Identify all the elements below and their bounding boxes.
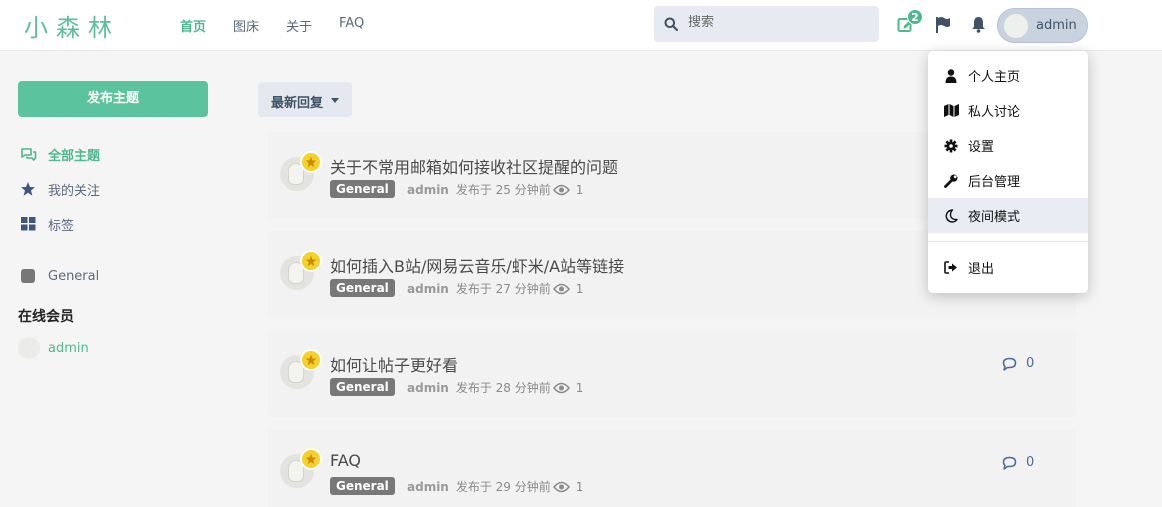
view-count: 1 <box>575 281 584 296</box>
flag-icon[interactable] <box>935 16 951 33</box>
post-time: 发布于 29 分钟前 <box>455 480 551 494</box>
discussion-item[interactable]: 如何让帖子更好看 General admin 发布于 28 分钟前 1 0 <box>268 330 1076 417</box>
comment-icon <box>1002 456 1017 470</box>
user-dropdown-menu: 个人主页 私人讨论 设置 后台管理 夜间模式 退出 <box>928 51 1088 293</box>
menu-item-night-mode[interactable]: 夜间模式 <box>928 198 1088 233</box>
nav-about[interactable]: 关于 <box>286 16 312 35</box>
post-time: 发布于 27 分钟前 <box>455 282 551 296</box>
menu-item-label: 私人讨论 <box>968 105 1021 120</box>
sidebar-item-all-topics[interactable]: 全部主题 <box>18 144 100 164</box>
menu-item-logout[interactable]: 退出 <box>928 250 1088 285</box>
tag-badge[interactable]: General <box>330 180 395 198</box>
reply-count-value: 0 <box>1026 455 1035 470</box>
main-nav: 首页 图床 关于 FAQ <box>180 16 364 35</box>
menu-item-label: 退出 <box>968 262 995 277</box>
author-name[interactable]: admin <box>407 183 449 197</box>
sort-label: 最新回复 <box>271 96 324 111</box>
discussion-meta: admin 发布于 27 分钟前 1 <box>407 280 583 297</box>
logout-icon <box>943 261 959 274</box>
search-input[interactable] <box>688 15 868 30</box>
eye-icon <box>552 283 570 294</box>
wrench-icon <box>943 174 959 188</box>
notification-count-badge: 2 <box>907 9 923 25</box>
username: admin <box>1036 18 1077 33</box>
comment-icon <box>1002 357 1017 371</box>
discussion-meta: admin 发布于 28 分钟前 1 <box>407 379 583 396</box>
bell-icon[interactable] <box>971 16 986 33</box>
view-count: 1 <box>575 182 584 197</box>
comments-icon <box>18 147 38 162</box>
sidebar-item-following[interactable]: 我的关注 <box>18 179 100 199</box>
sticky-star-icon <box>300 250 322 272</box>
eye-icon <box>552 184 570 195</box>
map-icon <box>943 104 959 117</box>
discussion-meta: admin 发布于 29 分钟前 1 <box>407 478 583 495</box>
site-logo[interactable]: 小森林 <box>24 8 120 43</box>
discussion-item[interactable]: FAQ General admin 发布于 29 分钟前 1 0 <box>268 429 1076 507</box>
avatar <box>1004 14 1028 38</box>
view-count: 1 <box>575 380 584 395</box>
menu-item-label: 后台管理 <box>968 175 1021 190</box>
menu-item-label: 设置 <box>968 140 995 155</box>
search-box[interactable] <box>654 6 879 42</box>
grid-icon <box>18 217 38 231</box>
sidebar-item-label: 全部主题 <box>48 148 101 164</box>
sticky-star-icon <box>300 448 322 470</box>
menu-item-admin[interactable]: 后台管理 <box>928 163 1088 198</box>
nav-faq[interactable]: FAQ <box>339 16 364 35</box>
moon-icon <box>943 208 959 223</box>
author-name[interactable]: admin <box>407 480 449 494</box>
menu-item-label: 个人主页 <box>968 70 1021 85</box>
nav-home[interactable]: 首页 <box>180 16 206 35</box>
discussion-title[interactable]: 关于不常用邮箱如何接收社区提醒的问题 <box>330 154 618 178</box>
author-name[interactable]: admin <box>407 381 449 395</box>
tag-badge[interactable]: General <box>330 279 395 297</box>
discussion-title[interactable]: FAQ <box>330 451 361 470</box>
online-user-name: admin <box>48 340 89 356</box>
nav-image-host[interactable]: 图床 <box>233 16 259 35</box>
sticky-star-icon <box>300 151 322 173</box>
search-icon <box>664 17 678 31</box>
caret-down-icon <box>331 98 339 103</box>
top-header: 小森林 首页 图床 关于 FAQ 2 admin <box>0 0 1162 51</box>
publish-topic-button[interactable]: 发布主题 <box>18 81 208 117</box>
sidebar-item-tags[interactable]: 标签 <box>18 214 74 234</box>
sort-dropdown[interactable]: 最新回复 <box>258 82 352 117</box>
sticky-star-icon <box>300 349 322 371</box>
star-icon <box>18 181 38 197</box>
tag-badge[interactable]: General <box>330 378 395 396</box>
menu-item-private-discussions[interactable]: 私人讨论 <box>928 93 1088 128</box>
tag-color-square-icon <box>18 269 38 283</box>
sidebar-item-label: 标签 <box>48 218 75 234</box>
post-time: 发布于 25 分钟前 <box>455 183 551 197</box>
discussion-title[interactable]: 如何插入B站/网易云音乐/虾米/A站等链接 <box>330 253 624 277</box>
avatar <box>18 337 40 359</box>
reply-count[interactable]: 0 <box>1002 455 1034 470</box>
user-icon <box>943 68 959 83</box>
menu-item-profile[interactable]: 个人主页 <box>928 58 1088 93</box>
sidebar-tag-label: General <box>48 268 100 284</box>
menu-item-label: 夜间模式 <box>968 210 1021 225</box>
post-time: 发布于 28 分钟前 <box>455 381 551 395</box>
discussion-meta: admin 发布于 25 分钟前 1 <box>407 181 583 198</box>
menu-item-settings[interactable]: 设置 <box>928 128 1088 163</box>
sidebar-item-label: 我的关注 <box>48 183 101 199</box>
view-count: 1 <box>575 479 584 494</box>
menu-divider <box>928 241 1088 242</box>
discussion-title[interactable]: 如何让帖子更好看 <box>330 352 458 376</box>
online-user-item[interactable]: admin <box>18 337 89 359</box>
reply-count-value: 0 <box>1026 356 1035 371</box>
tag-badge[interactable]: General <box>330 477 395 495</box>
sidebar-tag-general[interactable]: General <box>18 266 99 286</box>
gear-icon <box>943 139 959 153</box>
author-name[interactable]: admin <box>407 282 449 296</box>
reply-count[interactable]: 0 <box>1002 356 1034 371</box>
eye-icon <box>552 382 570 393</box>
eye-icon <box>552 481 570 492</box>
user-menu-button[interactable]: admin <box>997 8 1088 43</box>
online-members-heading: 在线会员 <box>18 309 74 325</box>
